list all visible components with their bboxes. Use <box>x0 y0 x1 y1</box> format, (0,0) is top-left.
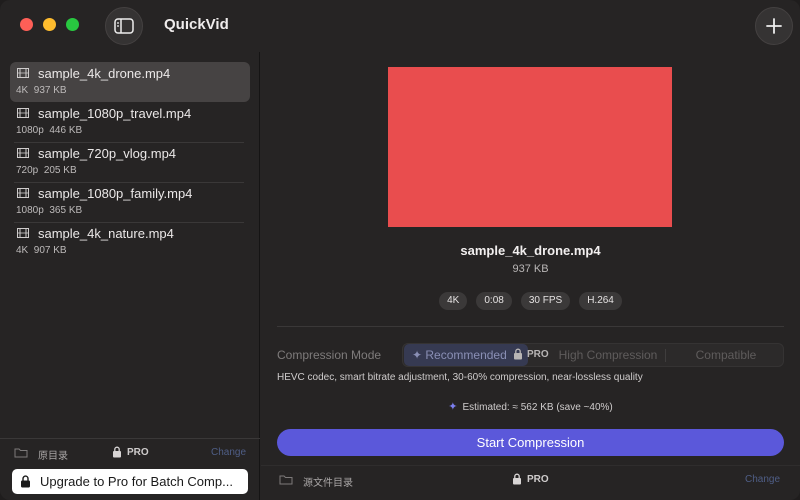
file-resolution: 4K <box>16 245 29 256</box>
divider <box>665 349 666 362</box>
divider <box>0 438 260 439</box>
sidebar-icon <box>114 18 134 34</box>
file-list-item[interactable]: sample_1080p_travel.mp4 1080p 446 KB <box>10 102 250 142</box>
sparkle-icon: ✦ <box>448 401 458 413</box>
file-meta: 1080p 446 KB <box>16 125 82 136</box>
sidebar: sample_4k_drone.mp4 4K 937 KB sample_1080p… <box>0 52 260 500</box>
film-icon <box>17 188 29 198</box>
resolution-tag: 4K <box>439 292 468 310</box>
output-folder-label: 源文件目录 <box>303 478 353 489</box>
file-meta: 720p 205 KB <box>16 165 77 176</box>
compression-mode-label: Compression Mode <box>277 348 382 362</box>
file-list-item[interactable]: sample_4k_nature.mp4 4K 907 KB <box>10 222 250 262</box>
mode-high-compression[interactable]: High Compression <box>553 344 663 366</box>
divider <box>261 465 800 466</box>
file-name: sample_4k_drone.mp4 <box>38 66 171 81</box>
divider <box>277 326 784 327</box>
folder-icon <box>14 448 28 458</box>
file-meta: 1080p 365 KB <box>16 205 82 216</box>
file-name: sample_1080p_travel.mp4 <box>38 106 192 121</box>
fps-tag: 30 FPS <box>520 292 571 310</box>
change-folder-link[interactable]: Change <box>745 474 780 485</box>
lock-icon <box>514 348 522 360</box>
file-size: 446 KB <box>49 125 83 136</box>
lock-icon <box>113 446 121 458</box>
add-file-button[interactable] <box>755 7 793 45</box>
title-bar: QuickVid <box>0 0 800 52</box>
file-list-item[interactable]: sample_720p_vlog.mp4 720p 205 KB <box>10 142 250 182</box>
duration-tag: 0:08 <box>476 292 512 310</box>
file-list-item[interactable]: sample_1080p_family.mp4 1080p 365 KB <box>10 182 250 222</box>
selected-file-size: 937 KB <box>512 263 549 275</box>
video-info-tags: 4K 0:08 30 FPS H.264 <box>261 292 800 310</box>
file-meta: 4K 907 KB <box>16 245 67 256</box>
lock-icon <box>21 475 30 488</box>
estimated-text: Estimated: ≈ 562 KB (save ~40%) <box>462 402 613 413</box>
file-size: 365 KB <box>49 205 83 216</box>
film-icon <box>17 68 29 78</box>
selected-file-name: sample_4k_drone.mp4 <box>460 243 601 258</box>
file-resolution: 1080p <box>16 205 44 216</box>
file-resolution: 1080p <box>16 125 44 136</box>
file-name: sample_4k_nature.mp4 <box>38 226 174 241</box>
codec-tag: H.264 <box>579 292 622 310</box>
file-size: 937 KB <box>33 85 67 96</box>
zoom-window-button[interactable] <box>66 18 79 31</box>
upgrade-label: Upgrade to Pro for Batch Comp... <box>40 474 233 489</box>
sidebar-toggle-button[interactable] <box>105 7 143 45</box>
file-name: sample_1080p_family.mp4 <box>38 186 193 201</box>
file-resolution: 720p <box>16 165 39 176</box>
pro-badge: PRO <box>527 349 549 360</box>
app-window: QuickVid sample_4k_drone.mp4 4K 937 KB sam… <box>0 0 800 500</box>
estimated-size: ✦ Estimated: ≈ 562 KB (save ~40%) <box>261 400 800 413</box>
video-preview <box>388 67 672 227</box>
change-folder-link[interactable]: Change <box>211 447 246 458</box>
app-title: QuickVid <box>164 16 229 33</box>
pro-badge: PRO <box>127 447 149 458</box>
mode-description: HEVC codec, smart bitrate adjustment, 30… <box>277 372 643 383</box>
upgrade-to-pro-button[interactable]: Upgrade to Pro for Batch Comp... <box>12 469 248 494</box>
file-meta: 4K 937 KB <box>16 85 67 96</box>
close-window-button[interactable] <box>20 18 33 31</box>
plus-icon <box>766 18 782 34</box>
pro-badge: PRO <box>527 474 549 485</box>
mode-recommended[interactable]: ✦ Recommended <box>404 344 528 366</box>
file-resolution: 4K <box>16 85 29 96</box>
film-icon <box>17 228 29 238</box>
file-list-item[interactable]: sample_4k_drone.mp4 4K 937 KB <box>10 62 250 102</box>
lock-icon <box>513 473 521 485</box>
minimize-window-button[interactable] <box>43 18 56 31</box>
file-size: 907 KB <box>33 245 67 256</box>
output-folder-label: 原目录 <box>38 451 68 462</box>
main-panel: sample_4k_drone.mp4 937 KB 4K 0:08 30 FP… <box>261 52 800 500</box>
start-compression-button[interactable]: Start Compression <box>277 429 784 456</box>
film-icon <box>17 148 29 158</box>
file-size: 205 KB <box>43 165 77 176</box>
mode-compatible[interactable]: Compatible <box>669 344 783 366</box>
compression-mode-selector: ✦ Recommended PRO High Compression Compa… <box>402 343 784 367</box>
file-name: sample_720p_vlog.mp4 <box>38 146 177 161</box>
folder-icon <box>279 475 293 485</box>
film-icon <box>17 108 29 118</box>
